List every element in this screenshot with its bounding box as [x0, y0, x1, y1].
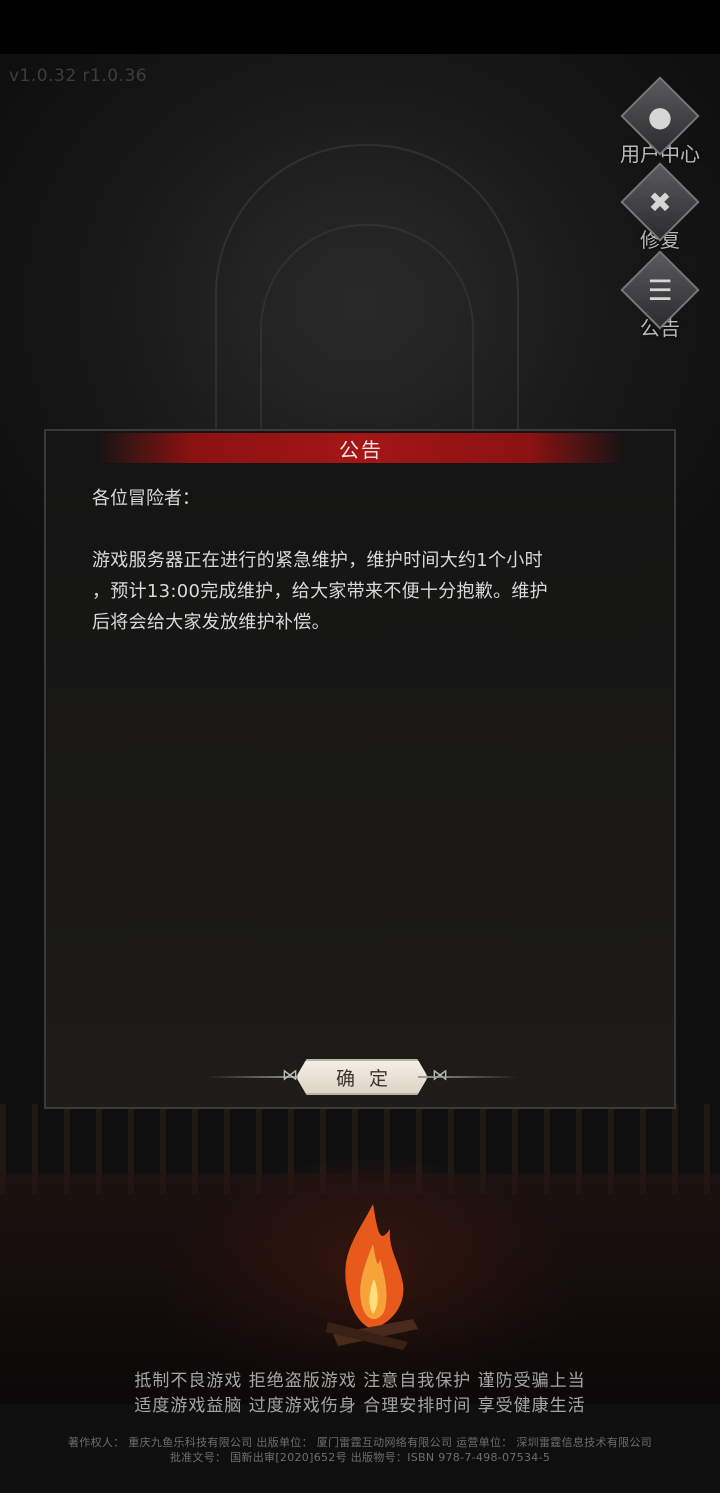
- status-bar: [0, 0, 720, 54]
- user-center-button[interactable]: ● 用户中心: [610, 76, 710, 167]
- message-line: 后将会给大家发放维护补偿。: [92, 612, 330, 633]
- confirm-button[interactable]: 确定: [296, 1059, 428, 1095]
- document-icon: ☰: [647, 273, 673, 307]
- campfire-icon: [326, 1204, 418, 1350]
- confirm-area: ⋈ 确定 ⋈: [206, 1057, 518, 1097]
- credits-line: 著作权人： 重庆九鱼乐科技有限公司 出版单位： 厦门雷霆互动网络有限公司 运营单…: [68, 1436, 652, 1449]
- message-line: 游戏服务器正在进行的紧急维护，维护时间大约1个小时: [92, 550, 543, 571]
- credits-line: 批准文号： 国新出审[2020]652号 出版物号：ISBN 978-7-498…: [169, 1451, 551, 1464]
- message-line: ，预计13:00完成维护，给大家带来不便十分抱歉。维护: [92, 581, 548, 602]
- user-icon: ●: [647, 99, 673, 133]
- version-label: v1.0.32 r1.0.36: [9, 66, 148, 86]
- background-arch-inner: [260, 224, 474, 436]
- dialog-title: 公告: [339, 437, 383, 462]
- repair-button[interactable]: ✖ 修复: [610, 162, 710, 253]
- ornament-icon: ⋈: [432, 1065, 448, 1084]
- dialog-greeting: 各位冒险者：: [92, 488, 200, 509]
- health-notice-line: 抵制不良游戏 拒绝盗版游戏 注意自我保护 谨防受骗上当: [134, 1371, 586, 1391]
- ornament-icon: ⋈: [282, 1065, 298, 1084]
- dialog-header: 公告: [96, 433, 626, 463]
- announcement-button[interactable]: ☰ 公告: [610, 250, 710, 341]
- dialog-body: 各位冒险者： 游戏服务器正在进行的紧急维护，维护时间大约1个小时 ，预计13:0…: [92, 483, 632, 638]
- health-notice-line: 适度游戏益脑 过度游戏伤身 合理安排时间 享受健康生活: [134, 1396, 586, 1416]
- divider-line: [418, 1076, 518, 1078]
- wrench-hammer-icon: ✖: [648, 185, 672, 219]
- announcement-dialog: 公告 各位冒险者： 游戏服务器正在进行的紧急维护，维护时间大约1个小时 ，预计1…: [44, 429, 676, 1109]
